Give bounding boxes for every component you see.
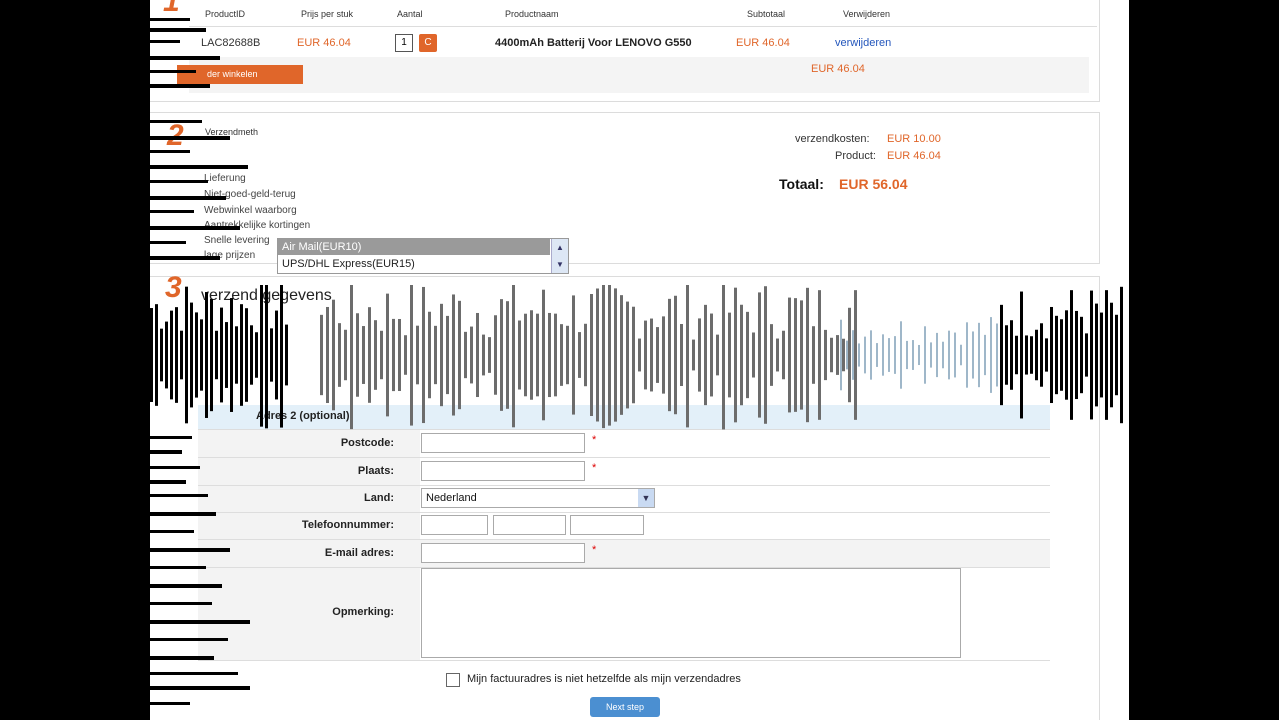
country-select[interactable]: Nederland ▼: [421, 488, 655, 508]
select-scrollbar[interactable]: ▲ ▼: [551, 239, 568, 273]
form-row-plaats: Plaats: *: [198, 458, 1050, 486]
country-select-value: Nederland: [426, 492, 477, 504]
phone-input-part-3[interactable]: [570, 515, 644, 535]
remove-item-link[interactable]: verwijderen: [835, 37, 891, 49]
shipping-section: 2 Verzendmeth Air Mail(EUR10) UPS/DHL Ex…: [150, 112, 1100, 274]
header-divider: [189, 26, 1097, 27]
shipping-costs-value: EUR 10.00: [887, 133, 941, 145]
product-cost-value: EUR 46.04: [887, 150, 941, 162]
product-cost-label: Product:: [835, 150, 876, 162]
chevron-down-icon[interactable]: ▼: [638, 489, 654, 507]
form-row-telefoon: Telefoonnummer:: [198, 512, 1050, 540]
shipping-option-ups[interactable]: UPS/DHL Express(EUR15): [278, 256, 550, 272]
scroll-up-icon[interactable]: ▲: [552, 239, 568, 256]
next-step-button[interactable]: Next step: [590, 697, 660, 717]
header-remove: Verwijderen: [843, 9, 891, 19]
header-subtotal: Subtotaal: [747, 9, 786, 19]
audio-waveform-overlay: [150, 285, 1123, 430]
item-subtotal: EUR 46.04: [736, 37, 790, 49]
cart-total: EUR 46.04: [811, 63, 865, 75]
shipping-method-select[interactable]: Air Mail(EUR10) UPS/DHL Express(EUR15) ▲…: [277, 238, 569, 274]
form-row-email: E-mail adres: *: [198, 540, 1050, 568]
plaats-input[interactable]: [421, 461, 585, 481]
required-mark: *: [592, 544, 597, 556]
phone-input-part-2[interactable]: [493, 515, 566, 535]
header-qty: Aantal: [397, 9, 423, 19]
comment-textarea[interactable]: [421, 568, 961, 658]
form-row-opmerking: Opmerking:: [198, 568, 1050, 661]
shipping-costs-label: verzendkosten:: [795, 133, 870, 145]
email-input[interactable]: [421, 543, 585, 563]
shipping-option-airmail[interactable]: Air Mail(EUR10): [278, 239, 550, 255]
scroll-down-icon[interactable]: ▼: [552, 256, 568, 273]
cart-total-bar: [189, 57, 1089, 93]
required-mark: *: [592, 462, 597, 474]
phone-input-part-1[interactable]: [421, 515, 488, 535]
header-price: Prijs per stuk: [301, 9, 354, 19]
quantity-field[interactable]: 1: [395, 34, 413, 52]
order-total-value: EUR 56.04: [839, 176, 908, 192]
order-total-label: Totaal:: [779, 176, 824, 192]
form-row-land: Land: Nederland ▼: [198, 486, 1050, 513]
billing-address-checkbox-label: Mijn factuuradres is niet hetzelfde als …: [467, 673, 741, 685]
header-product-name: Productnaam: [505, 9, 559, 19]
item-price: EUR 46.04: [297, 37, 351, 49]
item-product-name: 4400mAh Batterij Voor LENOVO G550: [495, 37, 692, 49]
billing-address-checkbox[interactable]: [446, 673, 460, 687]
update-quantity-button[interactable]: C: [419, 34, 437, 52]
cart-section: 1 ProductID Prijs per stuk Aantal Produc…: [150, 0, 1100, 102]
